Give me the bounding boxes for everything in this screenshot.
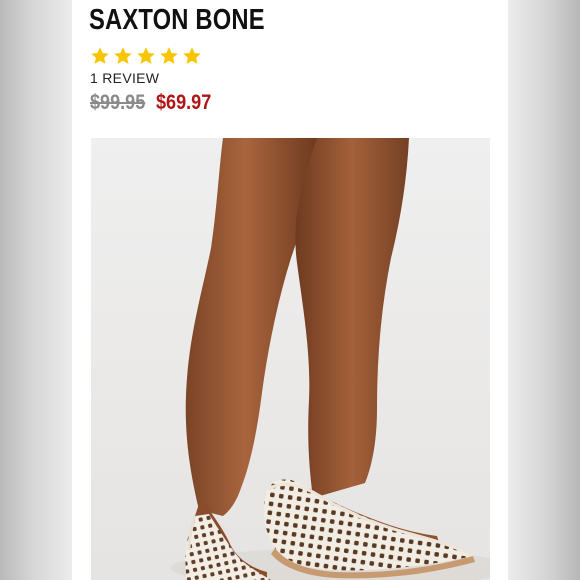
sale-price: $69.97	[156, 91, 212, 114]
review-count-link[interactable]: 1 REVIEW	[90, 70, 159, 86]
original-price: $99.95	[90, 91, 146, 114]
blurred-background-left	[0, 0, 72, 580]
price-row: $99.95 $69.97	[90, 91, 220, 115]
product-title: SAXTON BONE	[89, 4, 265, 36]
product-photo[interactable]	[91, 138, 490, 580]
star-icon	[91, 47, 109, 64]
rating-stars[interactable]	[90, 46, 202, 66]
star-icon	[114, 47, 132, 64]
product-card: SAXTON BONE 1 REVIEW $99.95 $69.97	[72, 0, 508, 580]
star-icon	[137, 47, 155, 64]
star-icon	[183, 47, 201, 64]
blurred-background-right	[508, 0, 580, 580]
product-photo-illustration	[91, 138, 490, 580]
screenshot-frame: SAXTON BONE 1 REVIEW $99.95 $69.97	[0, 0, 580, 580]
star-icon	[160, 47, 178, 64]
